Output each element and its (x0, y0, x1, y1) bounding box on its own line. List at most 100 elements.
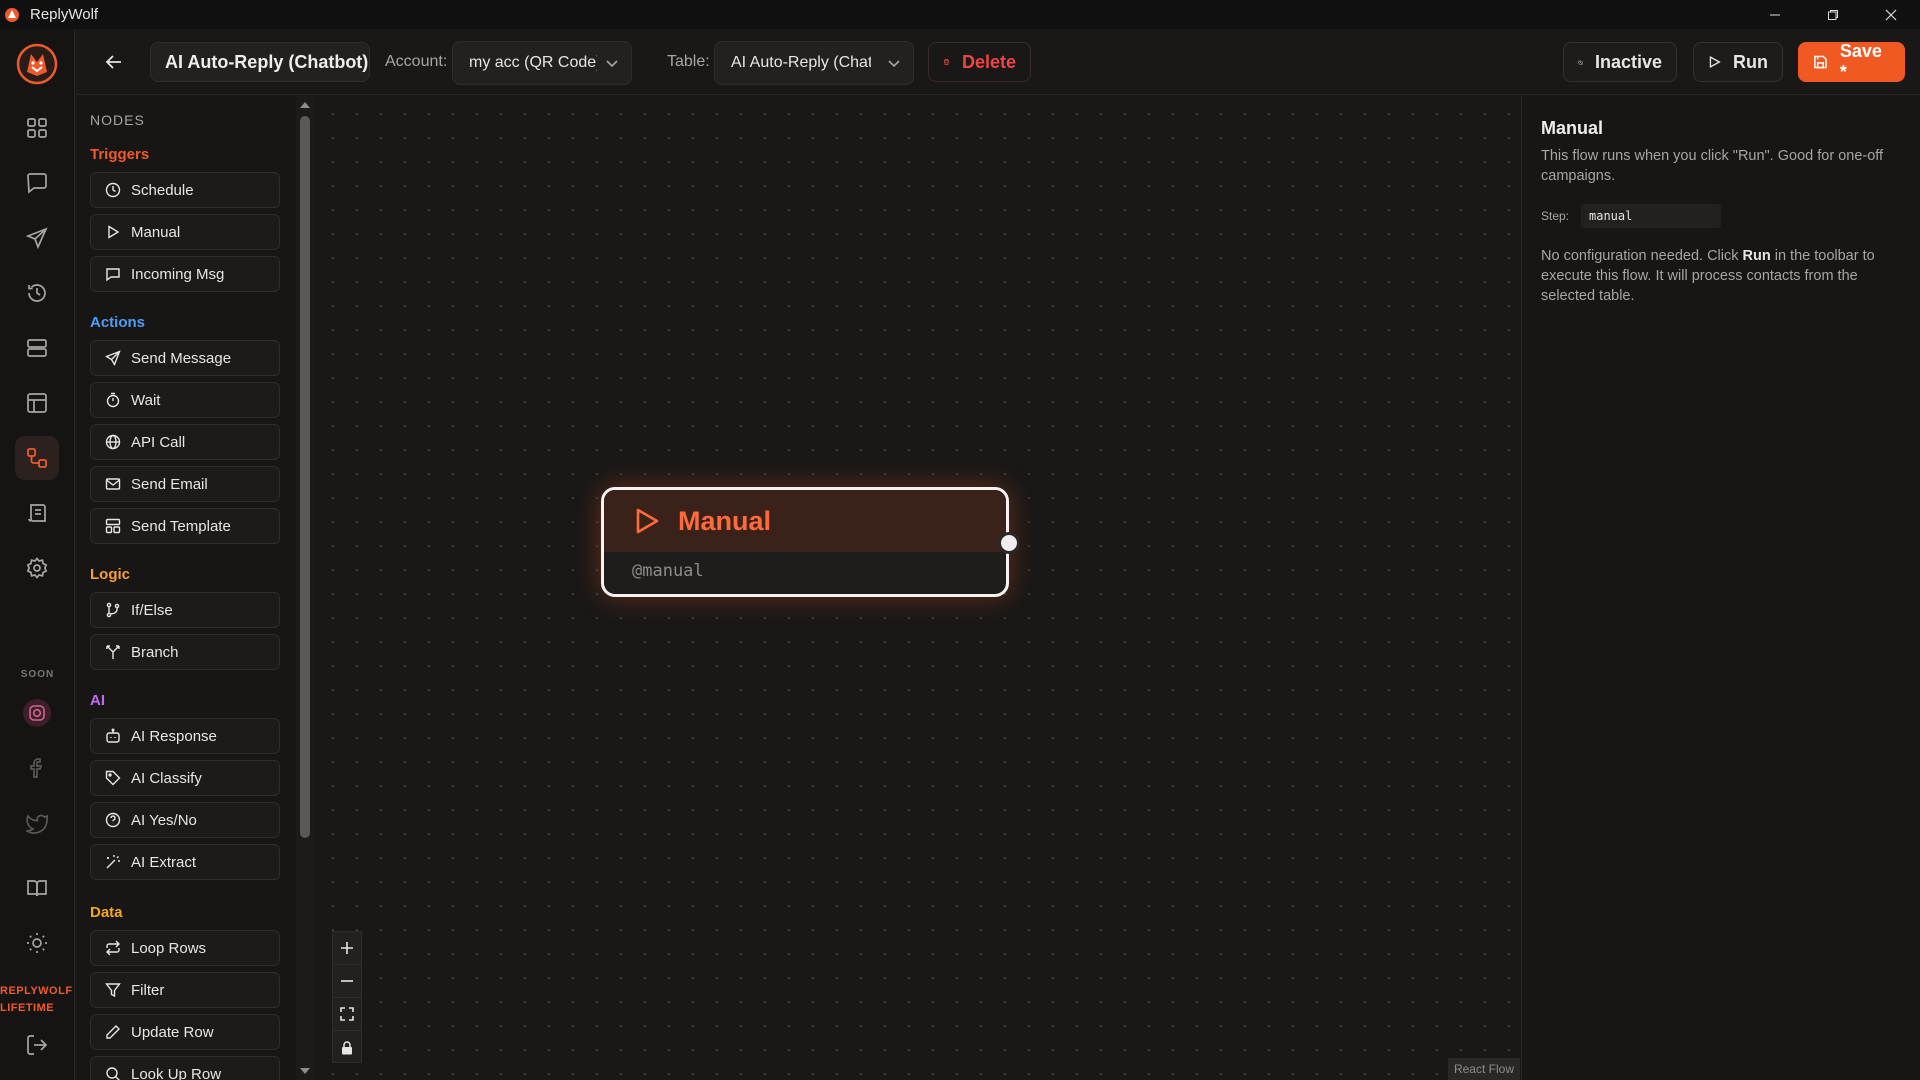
instagram-icon (15, 691, 59, 735)
node-item-look-up-row[interactable]: Look Up Row (90, 1056, 280, 1080)
dashboard-icon[interactable] (15, 106, 59, 150)
filter-icon (105, 983, 121, 998)
mail-icon (105, 478, 121, 490)
minimize-icon[interactable] (1746, 0, 1804, 29)
react-flow-attribution[interactable]: React Flow (1447, 1058, 1520, 1080)
restore-icon[interactable] (1804, 0, 1862, 29)
node-item-schedule[interactable]: Schedule (90, 172, 280, 208)
node-item-update-row[interactable]: Update Row (90, 1014, 280, 1050)
node-item-ai-extract[interactable]: AI Extract (90, 844, 280, 880)
logout-icon[interactable] (15, 1023, 59, 1067)
delete-label: Delete (961, 51, 1016, 72)
node-item-send-email[interactable]: Send Email (90, 466, 280, 502)
window-title: ReplyWolf (30, 6, 99, 23)
node-item-label: If/Else (131, 601, 173, 619)
inspector-title: Manual (1541, 118, 1604, 138)
node-title: Manual (678, 505, 772, 536)
chevron-down-icon (888, 60, 900, 68)
message-square-icon (106, 268, 120, 282)
node-item-loop-rows[interactable]: Loop Rows (90, 930, 280, 966)
flow-name-input[interactable]: AI Auto-Reply (Chatbot) (150, 42, 370, 82)
node-item-label: Send Email (131, 475, 208, 493)
icon-rail: SOON REPLYWOLF LIFETIME (0, 29, 75, 1080)
play-icon (108, 225, 120, 239)
node-item-incoming-msg[interactable]: Incoming Msg (90, 256, 280, 292)
zoom-out-button[interactable] (333, 965, 361, 998)
save-icon (1814, 55, 1827, 69)
node-item-wait[interactable]: Wait (90, 382, 280, 418)
plan-line-2: LIFETIME (0, 1002, 55, 1014)
theme-icon[interactable] (15, 921, 59, 965)
node-item-label: Manual (131, 223, 181, 241)
trash-icon (943, 59, 950, 65)
facebook-icon (15, 746, 59, 790)
node-item-branch[interactable]: Branch (90, 634, 280, 670)
replywolf-logo-icon[interactable] (16, 43, 58, 85)
fit-view-button[interactable] (333, 998, 361, 1031)
soon-label: SOON (20, 669, 55, 680)
node-item-ai-yes-no[interactable]: AI Yes/No (90, 802, 280, 838)
lock-button[interactable] (333, 1031, 361, 1064)
inactive-toggle-button[interactable]: Inactive (1563, 42, 1677, 82)
node-item-ai-response[interactable]: AI Response (90, 718, 280, 754)
palette-title: NODES (90, 112, 145, 128)
palette-scrollbar[interactable] (296, 96, 314, 1080)
node-item-label: Branch (131, 643, 179, 661)
zoom-controls (332, 931, 362, 1063)
window-titlebar: ReplyWolf (0, 0, 1920, 29)
twitter-icon (15, 801, 59, 845)
chat-icon[interactable] (15, 161, 59, 205)
arrow-left-icon (105, 55, 121, 69)
flow-node-manual[interactable]: Manual @manual (601, 487, 1020, 597)
node-item-api-call[interactable]: API Call (90, 424, 280, 460)
flows-icon[interactable] (15, 436, 59, 480)
delete-button[interactable]: Delete (928, 42, 1031, 82)
inspector-note: No configuration needed. Click Run in th… (1541, 246, 1911, 306)
clock-icon (105, 182, 121, 198)
zoom-in-button[interactable] (333, 932, 361, 965)
play-icon (636, 508, 659, 534)
flow-canvas[interactable]: Manual @manual React Flow (315, 96, 1520, 1080)
minus-icon (341, 980, 353, 982)
run-button[interactable]: Run (1693, 42, 1783, 82)
node-item-label: Filter (131, 981, 165, 999)
node-item-label: Look Up Row (131, 1065, 222, 1080)
section-actions: Actions (90, 314, 146, 331)
back-button[interactable] (98, 46, 130, 78)
node-item-send-message[interactable]: Send Message (90, 340, 280, 376)
plan-badge: REPLYWOLF LIFETIME (0, 983, 75, 1017)
settings-icon[interactable] (15, 546, 59, 590)
inspector-description: This flow runs when you click "Run". Goo… (1541, 148, 1884, 184)
save-button[interactable]: Save * (1798, 41, 1905, 82)
send-icon[interactable] (15, 216, 59, 260)
node-item-label: AI Extract (131, 853, 197, 871)
account-select[interactable]: my acc (QR Code) (452, 41, 632, 85)
layout-icon[interactable] (15, 381, 59, 425)
node-item-label: Incoming Msg (131, 265, 225, 283)
step-label: Step: (1541, 209, 1570, 223)
template-icon (105, 518, 121, 534)
scroll-up-icon[interactable] (299, 100, 311, 110)
node-output-handle[interactable] (998, 532, 1020, 554)
timer-icon (106, 392, 120, 408)
node-item-label: Send Message (131, 349, 232, 367)
node-item-manual[interactable]: Manual (90, 214, 280, 250)
node-item-label: Wait (131, 391, 161, 409)
node-item-if-else[interactable]: If/Else (90, 592, 280, 628)
node-item-filter[interactable]: Filter (90, 972, 280, 1008)
docs-icon[interactable] (15, 866, 59, 910)
palette-scroll-thumb[interactable] (300, 116, 310, 838)
history-icon[interactable] (15, 271, 59, 315)
scroll-down-icon[interactable] (299, 1066, 311, 1076)
node-item-ai-classify[interactable]: AI Classify (90, 760, 280, 796)
table-select[interactable]: AI Auto-Reply (Chatbot) (714, 41, 914, 85)
tables-icon[interactable] (15, 326, 59, 370)
close-icon[interactable] (1862, 0, 1920, 29)
node-inspector-panel: Manual This flow runs when you click "Ru… (1521, 96, 1920, 1080)
git-branch-icon (106, 602, 120, 618)
node-item-send-template[interactable]: Send Template (90, 508, 280, 544)
send-icon (105, 350, 121, 366)
templates-icon[interactable] (15, 491, 59, 535)
node-item-label: AI Yes/No (131, 811, 197, 829)
step-value[interactable]: manual (1581, 204, 1721, 228)
